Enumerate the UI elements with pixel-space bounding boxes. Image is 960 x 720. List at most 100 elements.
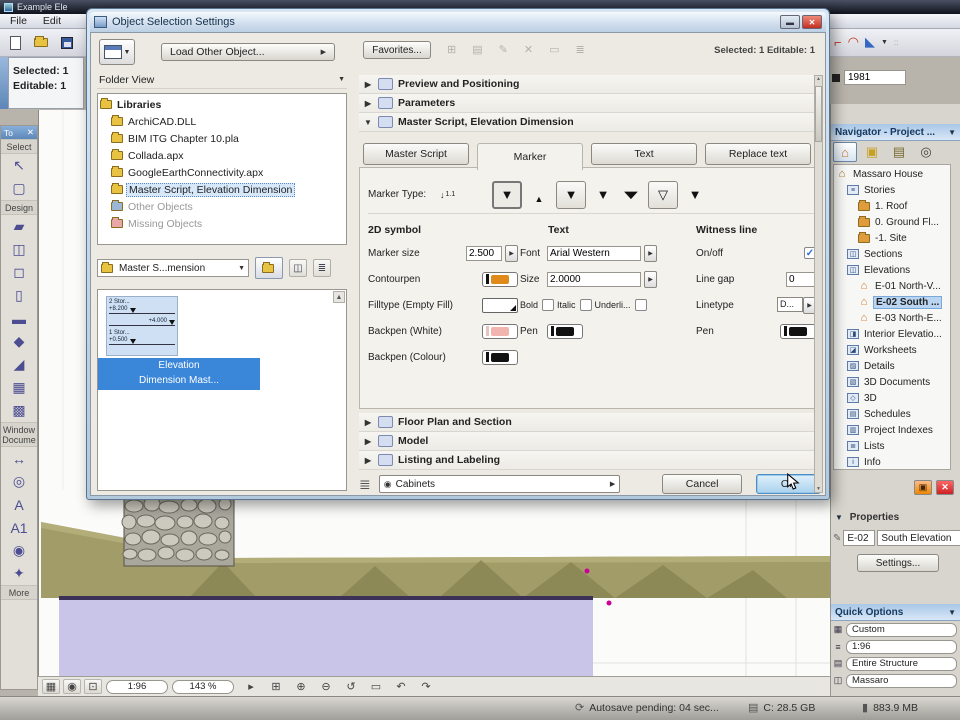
object-tool[interactable]: ▩ xyxy=(1,399,37,422)
layers-icon[interactable]: ≣ xyxy=(359,476,371,493)
arrow-tool[interactable]: ↖ xyxy=(1,154,37,177)
list-view-icon[interactable]: ▤ xyxy=(472,43,482,56)
lamp-tool[interactable]: ◎ xyxy=(1,470,37,493)
slab-tool[interactable]: ◆ xyxy=(1,330,37,353)
grid-view-icon[interactable]: ⊞ xyxy=(447,43,456,56)
nav-item-e02[interactable]: ⌂ E-02 South ... xyxy=(834,294,950,310)
nav-item-stories[interactable]: ≡ Stories xyxy=(834,182,950,198)
tab-text[interactable]: Text xyxy=(591,143,697,165)
text-pen-swatch[interactable] xyxy=(547,324,583,339)
spinner-icon[interactable] xyxy=(505,245,518,262)
marker-style-6-button[interactable]: ▽ xyxy=(648,181,678,209)
marker-style-5-button[interactable]: ▼ xyxy=(611,181,651,209)
roof-tool[interactable]: ◢ xyxy=(1,353,37,376)
pan-mode-icon[interactable]: ⊡ xyxy=(84,679,102,694)
scroll-up-icon[interactable]: ▲ xyxy=(333,291,345,303)
spinner-icon[interactable] xyxy=(644,245,657,262)
cancel-button[interactable]: Cancel xyxy=(662,474,742,494)
expand-options-icon[interactable]: ▸ xyxy=(242,679,260,694)
fillet-icon[interactable]: ⌐ xyxy=(834,35,842,50)
beam-tool[interactable]: ▬ xyxy=(1,307,37,330)
tab-marker[interactable]: Marker xyxy=(477,143,583,170)
icon-view-toggle-icon[interactable]: ◫ xyxy=(289,259,307,277)
folder-up-button[interactable] xyxy=(255,257,283,279)
help-icon[interactable]: ▬ xyxy=(780,15,800,29)
quick-options-header[interactable]: Quick Options ▼ xyxy=(831,604,960,621)
section-parameters[interactable]: Parameters xyxy=(359,94,821,113)
save-button[interactable] xyxy=(56,32,78,54)
tab-replace-text[interactable]: Replace text xyxy=(705,143,811,165)
tree-item-missing-objects[interactable]: Missing Objects xyxy=(98,215,346,232)
italic-checkbox[interactable] xyxy=(580,299,592,311)
tree-item-googleearth[interactable]: GoogleEarthConnectivity.apx xyxy=(98,164,346,181)
close-icon[interactable]: ✕ xyxy=(802,15,822,29)
section-master-script[interactable]: Master Script, Elevation Dimension xyxy=(359,113,821,132)
folder-view-dropdown[interactable]: Folder View ▼ xyxy=(97,71,347,89)
nav-item-schedules[interactable]: ▤ Schedules xyxy=(834,406,950,422)
quick-preview-icon[interactable]: ▦ xyxy=(42,679,60,694)
spinner-icon[interactable] xyxy=(644,271,657,288)
info-box-grip[interactable] xyxy=(0,57,8,109)
toolbox-more-label[interactable]: More xyxy=(1,585,37,600)
underline-checkbox[interactable] xyxy=(635,299,647,311)
open-button[interactable] xyxy=(30,32,52,54)
nav-item-details[interactable]: ▨ Details xyxy=(834,358,950,374)
previous-zoom-icon[interactable]: ↶ xyxy=(392,679,410,694)
column-tool[interactable]: ▯ xyxy=(1,284,37,307)
zoom-menu-icon[interactable]: ⊞ xyxy=(267,679,285,694)
nav-item-sections[interactable]: ◫ Sections xyxy=(834,246,950,262)
zoom-out-icon[interactable]: ⊖ xyxy=(317,679,335,694)
section-floor-plan-and-section[interactable]: Floor Plan and Section xyxy=(359,413,821,432)
tree-item-bim-itg[interactable]: BIM ITG Chapter 10.pla xyxy=(98,130,346,147)
fit-in-window-icon[interactable]: ▭ xyxy=(367,679,385,694)
door-tool[interactable]: ◫ xyxy=(1,238,37,261)
marker-style-1-button[interactable]: ▼ xyxy=(492,181,522,209)
elevation-name-field[interactable]: South Elevation xyxy=(877,530,960,546)
list-view-toggle-icon[interactable]: ≣ xyxy=(313,259,331,277)
dialog-title-bar[interactable]: Object Selection Settings ▬ ✕ xyxy=(90,12,826,32)
nav-item-3d-documents[interactable]: ▧ 3D Documents xyxy=(834,374,950,390)
marker-style-2-button[interactable]: ▲ xyxy=(528,181,550,209)
dialog-scrollbar[interactable] xyxy=(814,75,823,493)
floor-slab[interactable] xyxy=(59,596,593,676)
section-model[interactable]: Model xyxy=(359,432,821,451)
preview-layout-button[interactable]: ▼ xyxy=(99,39,135,65)
backpen-colour-swatch[interactable] xyxy=(482,350,518,365)
quick-option-layer[interactable]: ◫ Massaro xyxy=(833,673,957,688)
filltype-swatch[interactable] xyxy=(482,298,518,313)
dimension-tool[interactable]: ↔ xyxy=(1,447,37,470)
settings-button[interactable]: Settings... xyxy=(857,554,939,572)
figure-tool[interactable]: ✦ xyxy=(1,562,37,585)
witness-pen-swatch[interactable] xyxy=(780,324,816,339)
nav-item-interior-elevations[interactable]: ◨ Interior Elevatio... xyxy=(834,326,950,342)
tree-item-master-script[interactable]: Master Script, Elevation Dimension xyxy=(98,181,346,198)
layout-book-button[interactable]: ▤ xyxy=(887,142,911,162)
zoom-level-button[interactable]: 143 % xyxy=(172,680,234,694)
wall-tool[interactable]: ▰ xyxy=(1,215,37,238)
view-map-button[interactable]: ▣ xyxy=(860,142,884,162)
backpen-white-swatch[interactable] xyxy=(482,324,518,339)
scale-button[interactable]: 1:96 xyxy=(106,680,168,694)
label-tool[interactable]: A1 xyxy=(1,516,37,539)
polygon-icon[interactable]: ◣ xyxy=(865,34,875,50)
properties-header[interactable]: ▼ Properties xyxy=(835,512,899,523)
tab-master-script[interactable]: Master Script xyxy=(363,143,469,165)
arc-icon[interactable]: ◠ xyxy=(848,34,859,50)
panel-options-icon[interactable]: ▣ xyxy=(914,480,932,495)
marker-style-3-button[interactable]: ▼ xyxy=(556,181,586,209)
coordinate-input[interactable] xyxy=(844,70,906,85)
chevron-down-icon[interactable]: ▼ xyxy=(948,608,956,617)
nav-item-lists[interactable]: ≣ Lists xyxy=(834,438,950,454)
tree-item-other-objects[interactable]: Other Objects xyxy=(98,198,346,215)
tree-item-libraries[interactable]: Libraries xyxy=(98,96,346,113)
nav-item-e01[interactable]: ⌂ E-01 North-V... xyxy=(834,278,950,294)
nav-item-ground-floor[interactable]: 0. Ground Fl... xyxy=(834,214,950,230)
folder-path-dropdown[interactable]: Master S...mension ▼ xyxy=(97,259,249,277)
nav-item-elevations[interactable]: ◫ Elevations xyxy=(834,262,950,278)
nav-item-site[interactable]: -1. Site xyxy=(834,230,950,246)
text-size-input[interactable] xyxy=(547,272,641,287)
menu-item[interactable]: File xyxy=(10,15,27,27)
section-preview-and-positioning[interactable]: Preview and Positioning xyxy=(359,75,821,94)
chevron-down-icon[interactable]: ▼ xyxy=(881,39,888,46)
rename-icon[interactable]: ✎ xyxy=(499,43,508,56)
